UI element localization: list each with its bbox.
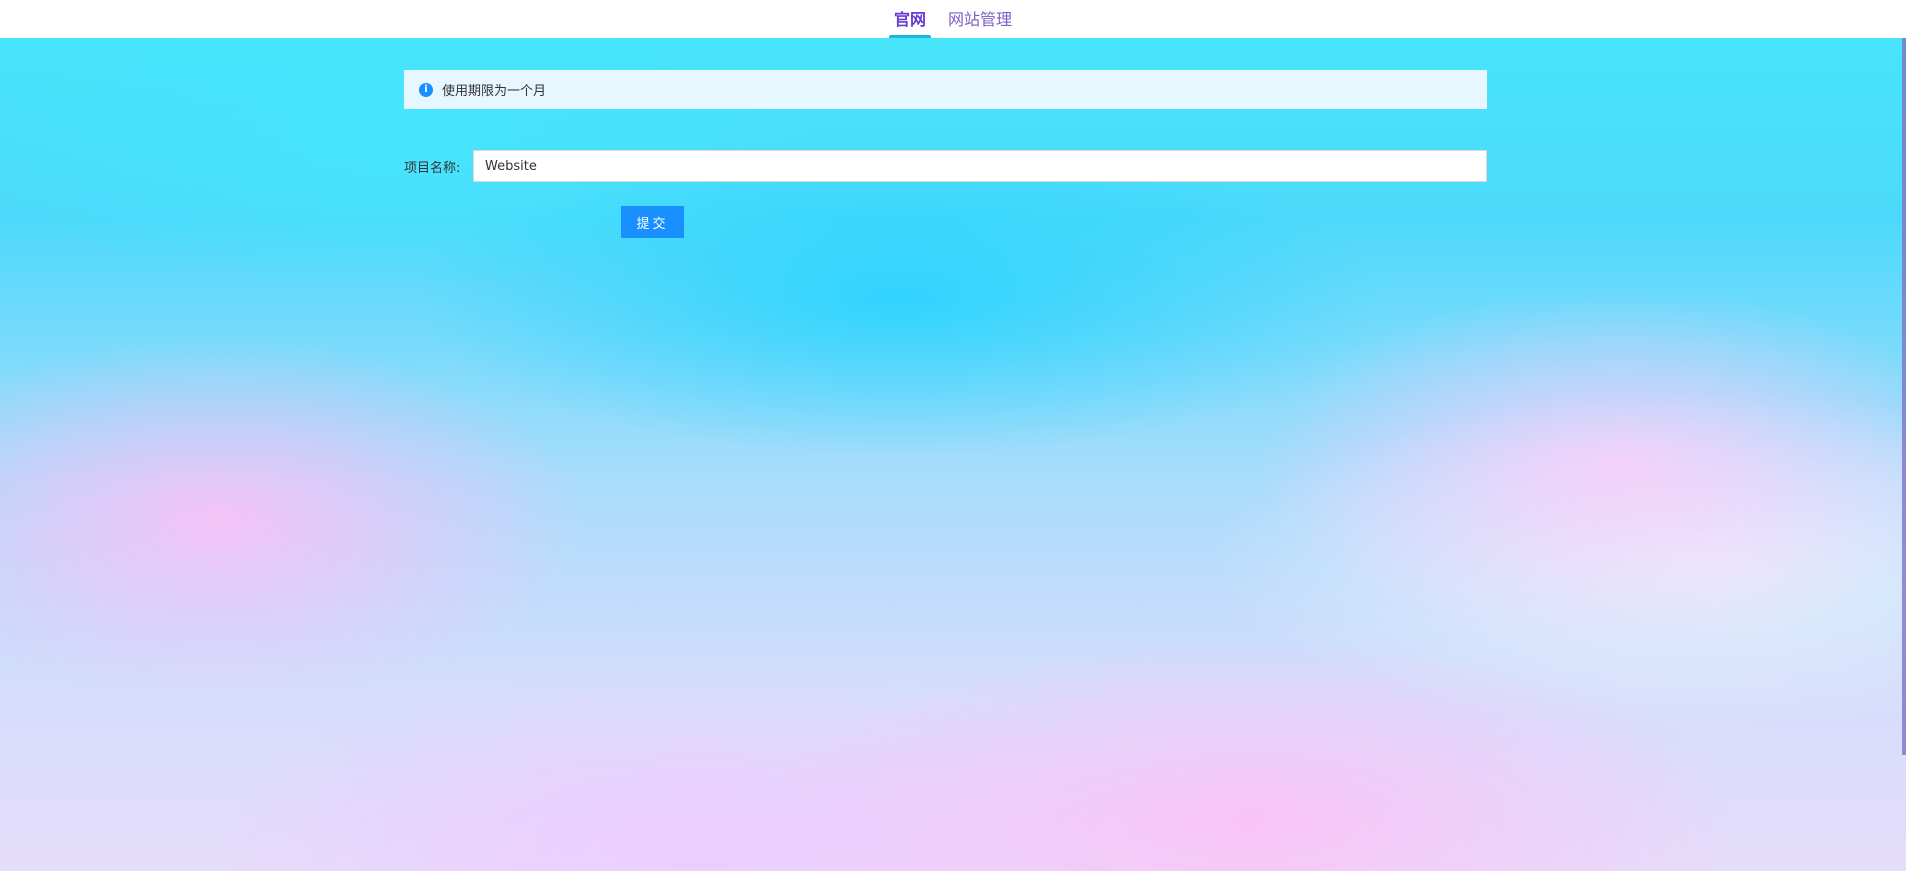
- submit-button[interactable]: 提交: [621, 206, 684, 238]
- info-alert: i 使用期限为一个月: [404, 70, 1487, 109]
- tab-official-site[interactable]: 官网: [888, 0, 932, 38]
- project-name-input[interactable]: [473, 150, 1487, 182]
- alert-message: 使用期限为一个月: [442, 84, 547, 99]
- nav-tabs: 官网 网站管理: [0, 0, 1906, 38]
- page-scrollbar[interactable]: [1902, 38, 1906, 755]
- tab-site-management[interactable]: 网站管理: [948, 0, 1012, 38]
- project-name-label: 项目名称:: [404, 161, 461, 176]
- info-icon: i: [419, 82, 433, 97]
